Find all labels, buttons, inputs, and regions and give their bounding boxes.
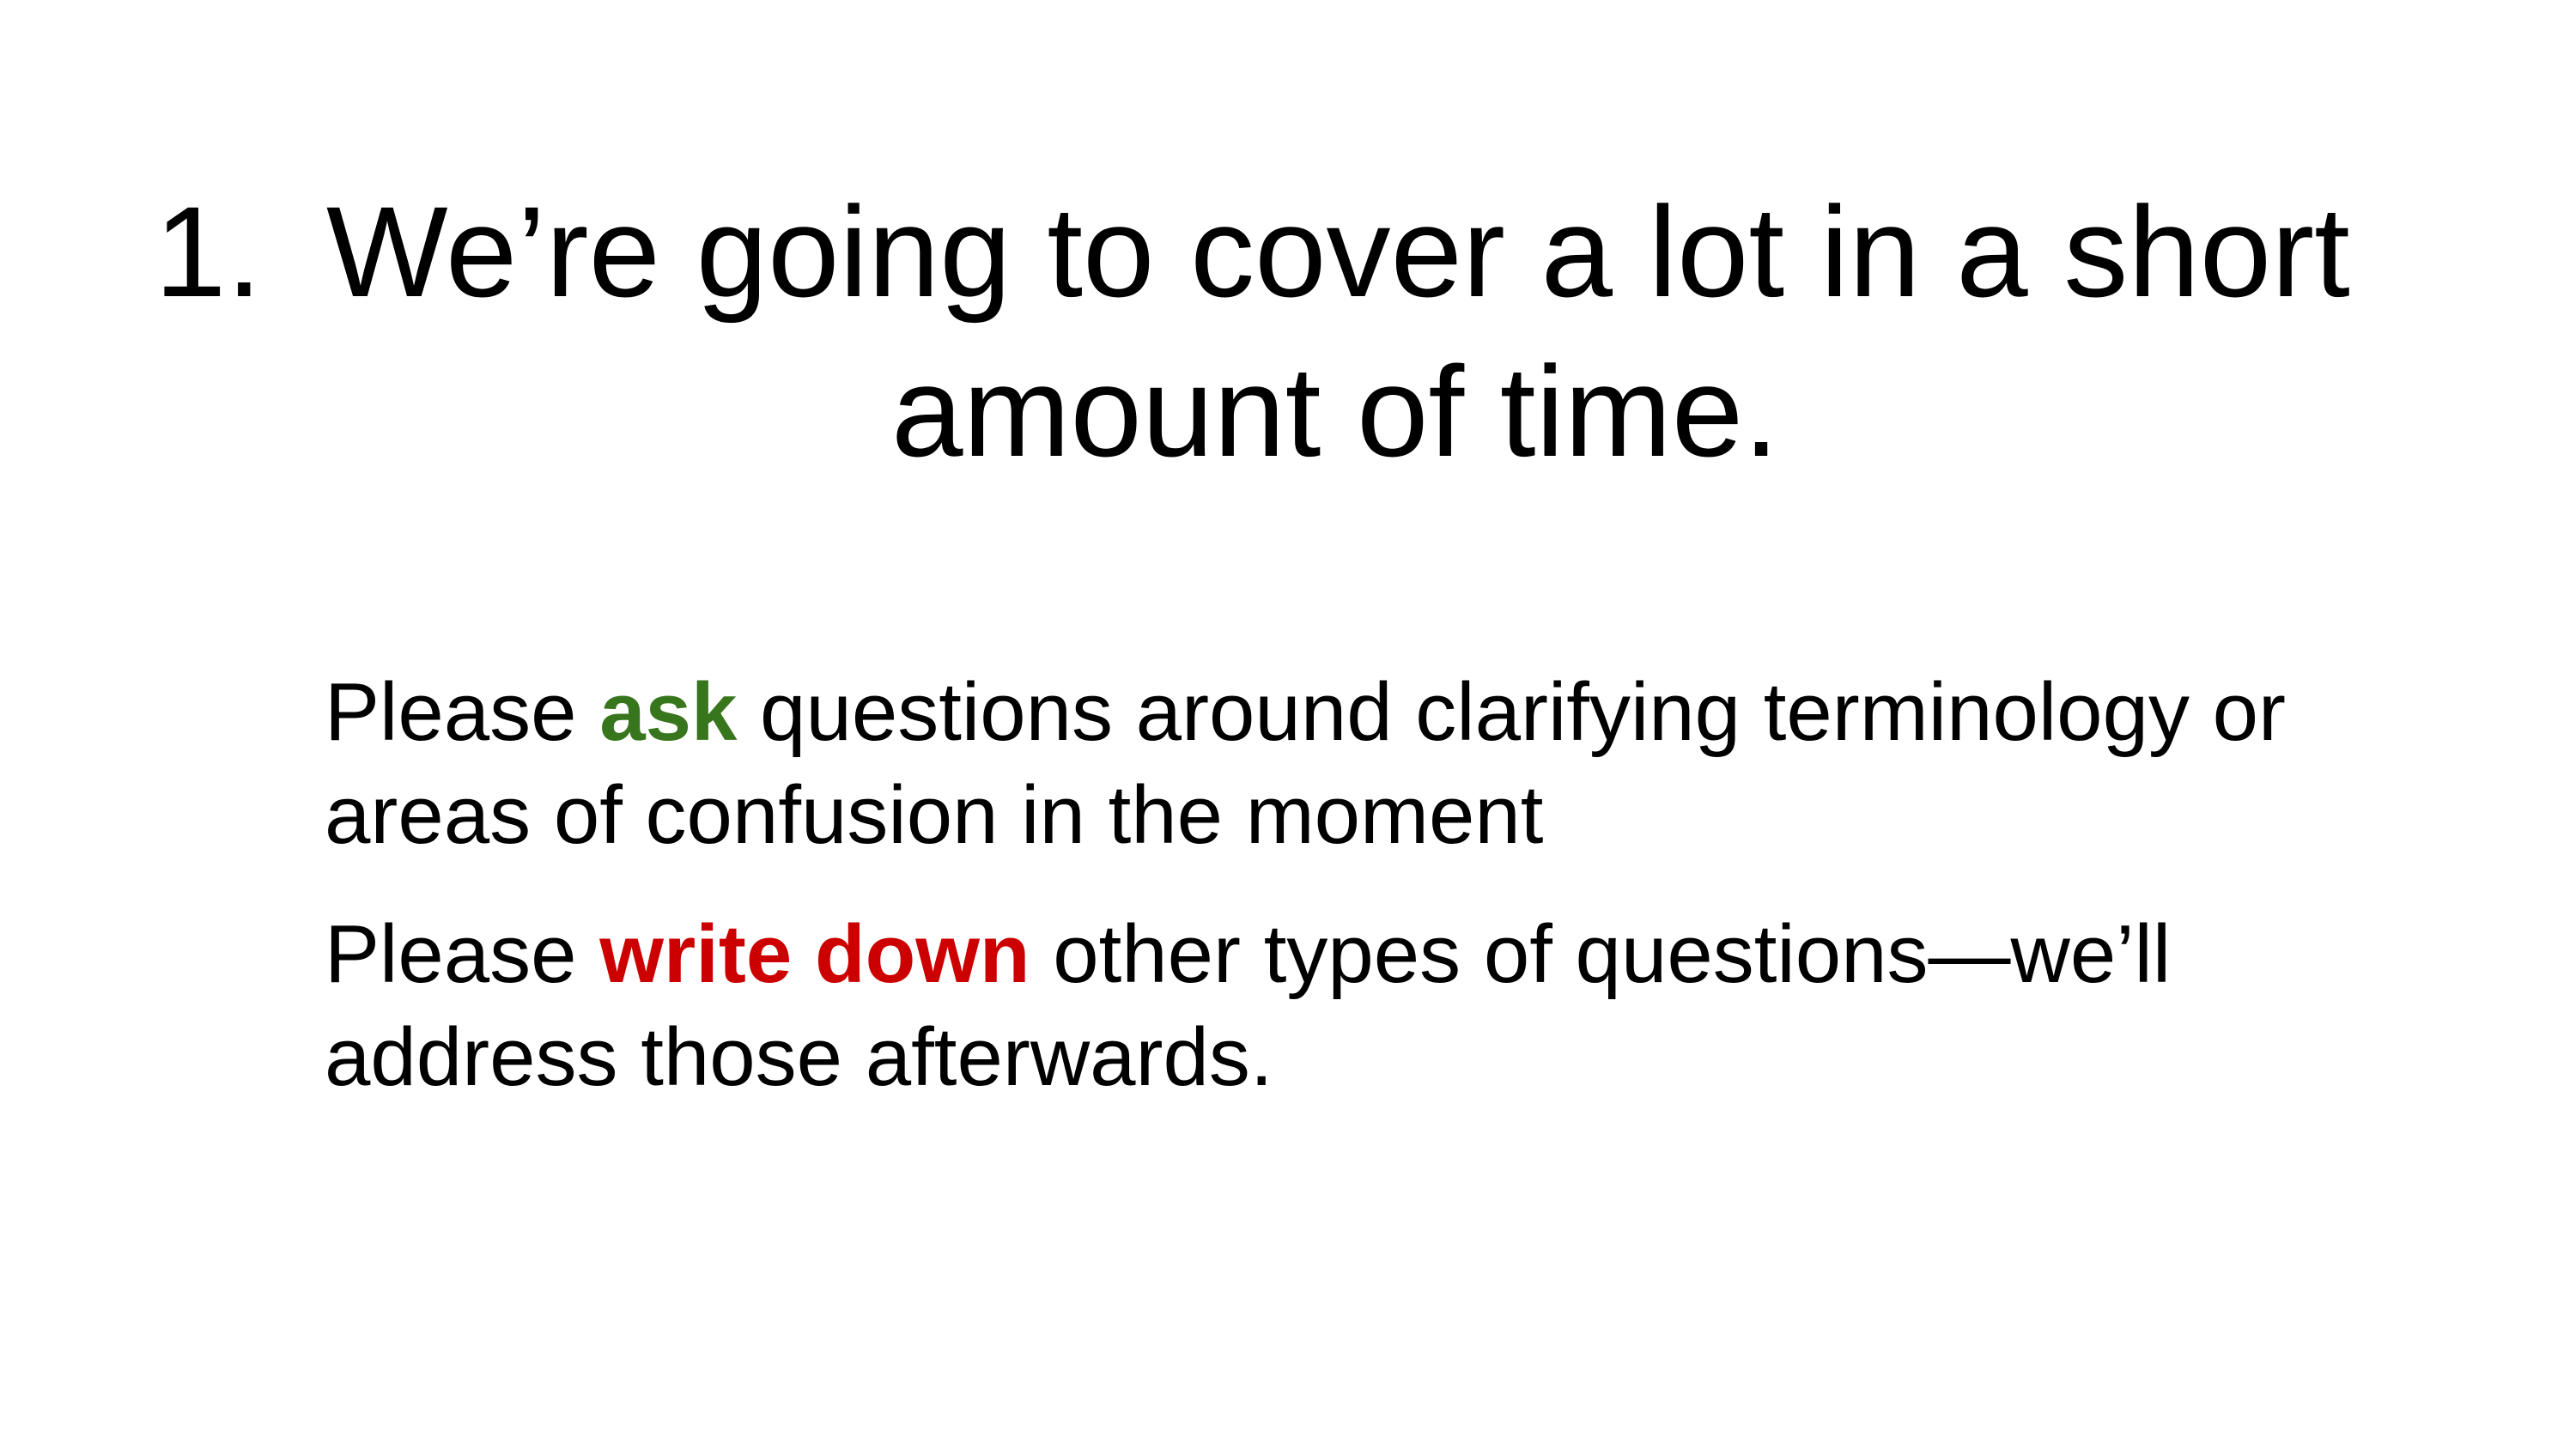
title-text-line-2: amount of time.	[891, 339, 1779, 483]
write-down-highlight: write down	[599, 908, 1030, 1000]
title-text-line-1: We’re going to cover a lot in a short	[326, 179, 2350, 324]
write-down-paragraph: Please write down other types of questio…	[325, 903, 2471, 1109]
ask-highlight: ask	[599, 666, 738, 758]
slide-title: 1. We’re going to cover a lot in a short…	[155, 172, 2387, 491]
slide: 1. We’re going to cover a lot in a short…	[0, 0, 2576, 1449]
ask-questions-paragraph: Please ask questions around clarifying t…	[325, 661, 2471, 867]
paragraph-1-lead: Please	[325, 666, 600, 758]
title-line-1: 1. We’re going to cover a lot in a short	[155, 172, 2387, 331]
slide-body: Please ask questions around clarifying t…	[325, 661, 2471, 1145]
paragraph-2-lead: Please	[325, 908, 600, 1000]
title-list-number: 1.	[155, 179, 263, 324]
